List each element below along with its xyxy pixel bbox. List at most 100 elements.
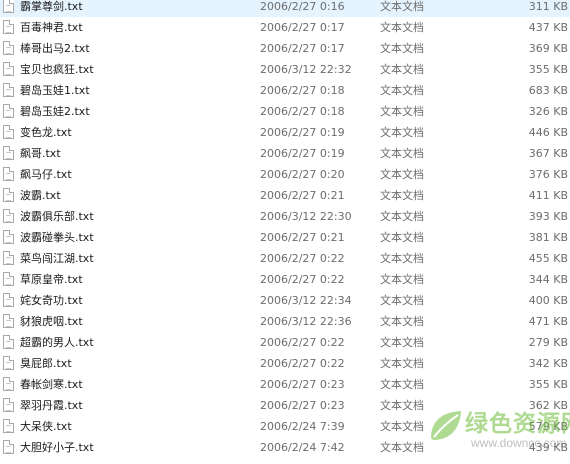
file-row[interactable]: 草原皇帝.txt 2006/2/27 0:22 文本文档 344 KB [0,269,570,290]
file-name: 波霸俱乐部.txt [20,210,94,223]
file-size: 439 KB [528,441,568,454]
file-row[interactable]: 波霸碰拳头.txt 2006/2/27 0:21 文本文档 381 KB [0,227,570,248]
file-type: 文本文档 [380,63,424,76]
file-row[interactable]: 大胆好小子.txt 2006/2/24 7:42 文本文档 439 KB [0,437,570,458]
file-row[interactable]: 变色龙.txt 2006/2/27 0:19 文本文档 446 KB [0,122,570,143]
text-file-icon [3,20,14,34]
file-type: 文本文档 [380,252,424,265]
file-row[interactable]: 霸掌尊剑.txt 2006/2/27 0:16 文本文档 311 KB [0,0,570,17]
file-row[interactable]: 碧岛玉娃2.txt 2006/2/27 0:18 文本文档 326 KB [0,101,570,122]
file-date: 2006/3/12 22:34 [260,294,352,307]
file-row[interactable]: 大呆侠.txt 2006/2/24 7:39 文本文档 579 KB [0,416,570,437]
file-size: 367 KB [528,147,568,160]
file-size: 683 KB [528,84,568,97]
file-row[interactable]: 碧岛玉娃1.txt 2006/2/27 0:18 文本文档 683 KB [0,80,570,101]
file-type: 文本文档 [380,399,424,412]
file-size: 393 KB [528,210,568,223]
file-name: 大胆好小子.txt [20,441,94,454]
file-size: 446 KB [528,126,568,139]
file-date: 2006/2/27 0:23 [260,378,345,391]
file-size: 342 KB [528,357,568,370]
file-row[interactable]: 波霸.txt 2006/2/27 0:21 文本文档 411 KB [0,185,570,206]
file-size: 376 KB [528,168,568,181]
file-row[interactable]: 飙马仔.txt 2006/2/27 0:20 文本文档 376 KB [0,164,570,185]
text-file-icon [3,377,14,391]
file-row[interactable]: 飙哥.txt 2006/2/27 0:19 文本文档 367 KB [0,143,570,164]
file-row[interactable]: 菜鸟闯江湖.txt 2006/2/27 0:22 文本文档 455 KB [0,248,570,269]
file-type: 文本文档 [380,105,424,118]
file-row[interactable]: 百毒神君.txt 2006/2/27 0:17 文本文档 437 KB [0,17,570,38]
file-size: 279 KB [528,336,568,349]
text-file-icon [3,272,14,286]
file-type: 文本文档 [380,378,424,391]
file-date: 2006/2/27 0:23 [260,399,345,412]
file-type: 文本文档 [380,168,424,181]
file-size: 455 KB [528,252,568,265]
file-date: 2006/2/27 0:19 [260,147,345,160]
file-type: 文本文档 [380,0,424,13]
file-date: 2006/2/27 0:17 [260,21,345,34]
file-size: 471 KB [528,315,568,328]
text-file-icon [3,314,14,328]
text-file-icon [3,146,14,160]
file-date: 2006/2/27 0:18 [260,105,345,118]
file-type: 文本文档 [380,294,424,307]
file-date: 2006/2/24 7:39 [260,420,345,433]
file-row[interactable]: 棒哥出马2.txt 2006/2/27 0:17 文本文档 369 KB [0,38,570,59]
file-row[interactable]: 臭屁郎.txt 2006/2/27 0:22 文本文档 342 KB [0,353,570,374]
text-file-icon [3,419,14,433]
file-type: 文本文档 [380,441,424,454]
file-name: 草原皇帝.txt [20,273,83,286]
file-size: 381 KB [528,231,568,244]
file-size: 355 KB [528,378,568,391]
file-size: 344 KB [528,273,568,286]
text-file-icon [3,188,14,202]
file-size: 362 KB [528,399,568,412]
file-name: 宝贝也疯狂.txt [20,63,94,76]
file-name: 飙哥.txt [20,147,61,160]
text-file-icon [3,335,14,349]
file-date: 2006/2/27 0:17 [260,42,345,55]
file-date: 2006/3/12 22:32 [260,63,352,76]
file-row[interactable]: 宝贝也疯狂.txt 2006/3/12 22:32 文本文档 355 KB [0,59,570,80]
file-type: 文本文档 [380,357,424,370]
file-type: 文本文档 [380,84,424,97]
file-row[interactable]: 波霸俱乐部.txt 2006/3/12 22:30 文本文档 393 KB [0,206,570,227]
file-date: 2006/2/27 0:21 [260,189,345,202]
file-date: 2006/2/27 0:22 [260,336,345,349]
file-type: 文本文档 [380,420,424,433]
file-name: 霸掌尊剑.txt [20,0,83,13]
file-row[interactable]: 豺狼虎咽.txt 2006/3/12 22:36 文本文档 471 KB [0,311,570,332]
file-row[interactable]: 翠羽丹霞.txt 2006/2/27 0:23 文本文档 362 KB [0,395,570,416]
file-size: 437 KB [528,21,568,34]
file-row[interactable]: 春帐剑寒.txt 2006/2/27 0:23 文本文档 355 KB [0,374,570,395]
file-name: 飙马仔.txt [20,168,72,181]
file-type: 文本文档 [380,42,424,55]
file-name: 菜鸟闯江湖.txt [20,252,94,265]
file-type: 文本文档 [380,147,424,160]
file-type: 文本文档 [380,336,424,349]
file-type: 文本文档 [380,21,424,34]
file-size: 400 KB [528,294,568,307]
file-date: 2006/3/12 22:36 [260,315,352,328]
file-date: 2006/2/27 0:22 [260,357,345,370]
file-row[interactable]: 姹女奇功.txt 2006/3/12 22:34 文本文档 400 KB [0,290,570,311]
file-type: 文本文档 [380,189,424,202]
file-date: 2006/2/27 0:22 [260,252,345,265]
file-type: 文本文档 [380,315,424,328]
text-file-icon [3,230,14,244]
file-name: 百毒神君.txt [20,21,83,34]
file-name: 翠羽丹霞.txt [20,399,83,412]
text-file-icon [3,293,14,307]
file-name: 豺狼虎咽.txt [20,315,83,328]
file-date: 2006/2/27 0:22 [260,273,345,286]
file-type: 文本文档 [380,210,424,223]
file-name: 碧岛玉娃2.txt [20,105,90,118]
file-size: 411 KB [528,189,568,202]
file-name: 春帐剑寒.txt [20,378,83,391]
file-row[interactable]: 超霸的男人.txt 2006/2/27 0:22 文本文档 279 KB [0,332,570,353]
file-name: 姹女奇功.txt [20,294,83,307]
file-date: 2006/3/12 22:30 [260,210,352,223]
text-file-icon [3,440,14,454]
file-name: 波霸碰拳头.txt [20,231,94,244]
